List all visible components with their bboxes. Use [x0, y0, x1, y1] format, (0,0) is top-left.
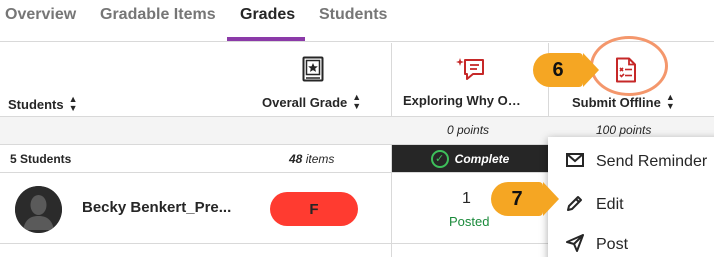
items-count-suffix: items: [305, 152, 335, 166]
sort-icon: ▲ ▼: [352, 92, 362, 111]
menu-item-send-reminder[interactable]: Send Reminder: [548, 142, 714, 182]
menu-item-post[interactable]: Post: [548, 225, 714, 257]
check-circle-icon: ✓: [430, 149, 449, 168]
sort-icon: ▲ ▼: [68, 94, 78, 113]
items-count: 48 items: [289, 152, 334, 166]
row-divider: [0, 243, 548, 244]
avatar: [15, 186, 62, 233]
gradebook-icon: [302, 56, 324, 87]
items-count-number: 48: [289, 152, 303, 166]
exploring-points: 0 points: [447, 123, 490, 137]
pencil-icon: [566, 194, 584, 217]
tab-gradable-items[interactable]: Gradable Items: [100, 6, 216, 24]
step-6-callout: 6: [533, 53, 583, 87]
highlight-ring: [590, 36, 668, 96]
exploring-column-header[interactable]: Exploring Why O…: [403, 93, 521, 108]
exploring-header-label: Exploring Why O…: [403, 93, 521, 108]
grade-score[interactable]: 1: [462, 190, 471, 208]
students-column-header[interactable]: Students ▲ ▼: [8, 95, 78, 113]
complete-status-badge: ✓ Complete: [392, 145, 548, 172]
tab-grades[interactable]: Grades: [240, 6, 295, 24]
tab-students[interactable]: Students: [319, 6, 387, 24]
active-tab-indicator: [227, 37, 305, 41]
step-7-callout: 7: [491, 182, 543, 216]
overall-grade-column-header[interactable]: Overall Grade ▲ ▼: [262, 93, 361, 111]
posted-status: Posted: [449, 214, 490, 229]
discussion-icon: [456, 56, 486, 87]
envelope-icon: [566, 152, 584, 172]
overall-grade-header-label: Overall Grade: [262, 94, 348, 110]
step-7-callout-arrow: [543, 182, 559, 216]
complete-label: Complete: [454, 151, 510, 166]
grade-actions-menu: Send Reminder Edit Post: [548, 137, 714, 257]
sort-icon: ▲ ▼: [665, 92, 675, 111]
step-6-callout-arrow: [583, 53, 599, 87]
send-icon: [566, 233, 584, 257]
students-count: 5 Students: [10, 152, 72, 166]
menu-item-edit[interactable]: Edit: [548, 185, 714, 225]
tab-bar: Overview Gradable Items Grades Students: [0, 0, 714, 42]
overall-grade-pill[interactable]: F: [270, 192, 358, 226]
submit-offline-header-label: Submit Offline: [572, 94, 661, 110]
tab-overview[interactable]: Overview: [5, 6, 76, 24]
menu-item-label: Send Reminder: [596, 153, 708, 170]
student-name[interactable]: Becky Benkert_Pre...: [82, 199, 231, 216]
menu-item-label: Edit: [596, 196, 624, 213]
submit-offline-points: 100 points: [596, 123, 652, 137]
students-header-label: Students: [8, 96, 64, 112]
menu-item-label: Post: [596, 236, 629, 253]
